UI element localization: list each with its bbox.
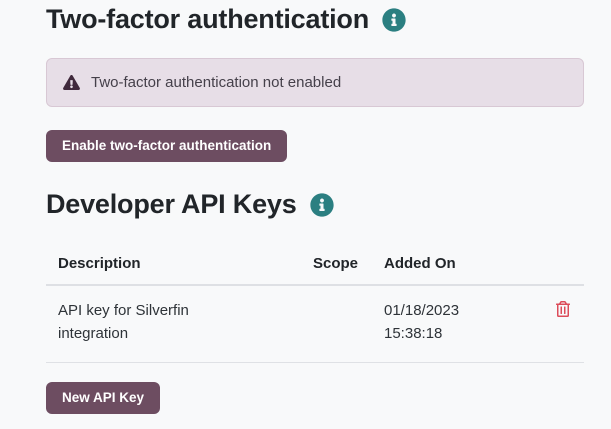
table-header-row: Description Scope Added On <box>46 243 584 285</box>
two-factor-heading: Two-factor authentication <box>46 4 584 35</box>
settings-page: Two-factor authentication Two-factor aut… <box>0 0 611 429</box>
column-header-added-on: Added On <box>372 243 540 285</box>
api-keys-table: Description Scope Added On API key for S… <box>46 243 584 363</box>
info-circle-icon[interactable] <box>382 8 406 32</box>
api-keys-heading-text: Developer API Keys <box>46 189 297 220</box>
warning-triangle-icon <box>63 75 80 90</box>
two-factor-alert: Two-factor authentication not enabled <box>46 58 584 107</box>
two-factor-alert-message: Two-factor authentication not enabled <box>91 74 341 91</box>
column-header-scope: Scope <box>301 243 372 285</box>
new-api-key-button[interactable]: New API Key <box>46 382 160 414</box>
api-key-description: API key for Silverfin integration <box>58 299 228 346</box>
api-key-added-on: 01/18/2023 15:38:18 <box>384 299 472 346</box>
api-keys-heading: Developer API Keys <box>46 189 584 220</box>
column-header-description: Description <box>46 243 301 285</box>
info-circle-icon[interactable] <box>310 193 334 217</box>
two-factor-heading-text: Two-factor authentication <box>46 4 369 35</box>
delete-api-key-button[interactable] <box>554 299 572 319</box>
enable-two-factor-button[interactable]: Enable two-factor authentication <box>46 130 287 162</box>
table-row: API key for Silverfin integration 01/18/… <box>46 285 584 362</box>
trash-icon <box>556 301 570 317</box>
column-header-actions <box>540 243 584 285</box>
api-key-actions-cell <box>540 285 584 362</box>
api-key-description-cell: API key for Silverfin integration <box>46 285 301 362</box>
api-key-added-on-cell: 01/18/2023 15:38:18 <box>372 285 540 362</box>
api-key-scope-cell <box>301 285 372 362</box>
